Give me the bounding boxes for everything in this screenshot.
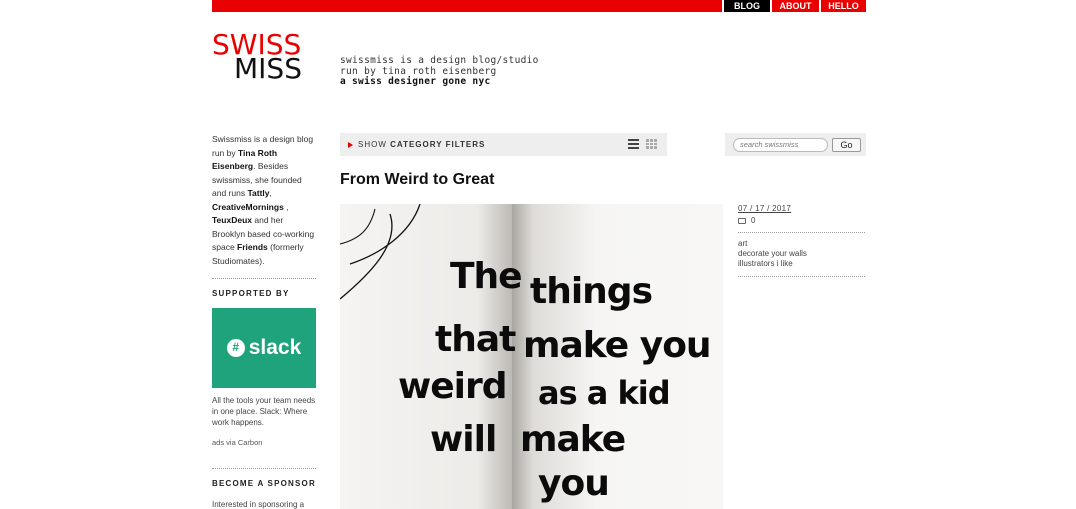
expand-arrow-icon <box>348 141 353 148</box>
tagline-line1: swissmiss is a design blog/studio <box>340 55 539 66</box>
show-category-filters[interactable]: SHOW CATEGORY FILTERS <box>358 140 485 149</box>
link-friends[interactable]: Friends <box>237 242 268 252</box>
slack-ad-banner[interactable]: # slack <box>212 307 316 388</box>
link-teuxdeux[interactable]: TeuxDeux <box>212 215 252 225</box>
tag-link[interactable]: decorate your walls <box>738 249 865 259</box>
sidebar-divider <box>212 468 316 469</box>
nav-about-link[interactable]: ABOUT <box>770 0 819 12</box>
search-go-button[interactable]: Go <box>832 137 861 152</box>
filter-category-label: CATEGORY FILTERS <box>390 140 486 149</box>
top-nav: BLOG ABOUT HELLO <box>722 0 866 12</box>
image-text: make <box>520 419 626 460</box>
image-text: will <box>430 419 497 460</box>
filter-show-label: SHOW <box>358 140 391 149</box>
post-tags: art decorate your walls illustrators i l… <box>738 239 865 269</box>
image-text: weird <box>398 366 508 407</box>
top-red-bar: BLOG ABOUT HELLO <box>212 0 866 12</box>
sponsor-text: Interested in sponsoring a <box>212 499 305 509</box>
image-text: The <box>450 256 523 297</box>
site-logo[interactable]: SWISS MISS <box>212 31 312 83</box>
comment-icon <box>738 217 746 224</box>
image-text: make you <box>523 325 712 366</box>
image-text: as a kid <box>538 374 671 412</box>
sidebar-intro: Swissmiss is a design blog run by Tina R… <box>212 133 316 268</box>
ads-via-carbon-link[interactable]: ads via Carbon <box>212 436 316 450</box>
ad-description[interactable]: All the tools your team needs in one pla… <box>212 395 316 428</box>
intro-text: , <box>283 201 289 212</box>
slack-logo-icon: # <box>226 338 245 357</box>
post-image[interactable]: The that weird will things make you as a… <box>340 204 723 509</box>
search-bar: Go <box>725 133 866 156</box>
intro-text: , <box>269 188 272 198</box>
tagline-line3: a swiss designer gone nyc <box>340 76 491 87</box>
image-text: you <box>538 463 610 504</box>
comments-link[interactable]: 0 <box>738 216 865 225</box>
link-creativemornings[interactable]: CreativeMornings <box>212 202 284 212</box>
link-tattly[interactable]: Tattly <box>247 188 269 198</box>
tag-link[interactable]: illustrators i like <box>738 259 865 269</box>
list-view-icon[interactable] <box>628 139 639 149</box>
image-text: things <box>530 271 653 312</box>
nav-hello-link[interactable]: HELLO <box>819 0 866 12</box>
grid-view-icon[interactable] <box>646 139 657 149</box>
sidebar-divider <box>212 278 316 279</box>
view-toggle <box>628 139 657 149</box>
post-date[interactable]: 07 / 17 / 2017 <box>738 204 865 213</box>
site-tagline: swissmiss is a design blog/studio run by… <box>340 55 539 88</box>
category-filter-bar[interactable]: SHOW CATEGORY FILTERS <box>340 133 667 156</box>
post-title[interactable]: From Weird to Great <box>340 171 494 189</box>
become-sponsor-heading: BECOME A SPONSOR <box>212 479 316 488</box>
image-text: that <box>435 319 516 360</box>
meta-divider <box>738 276 865 277</box>
slack-ad-brand: slack <box>248 335 302 359</box>
meta-divider <box>738 232 865 233</box>
search-input[interactable] <box>733 137 828 152</box>
nav-blog-link[interactable]: BLOG <box>722 0 770 12</box>
comment-count: 0 <box>751 216 756 225</box>
sidebar: Swissmiss is a design blog run by Tina R… <box>212 133 316 509</box>
post-meta: 07 / 17 / 2017 0 art decorate your walls… <box>738 204 865 283</box>
supported-by-heading: SUPPORTED BY <box>212 289 290 298</box>
tag-link[interactable]: art <box>738 239 865 249</box>
